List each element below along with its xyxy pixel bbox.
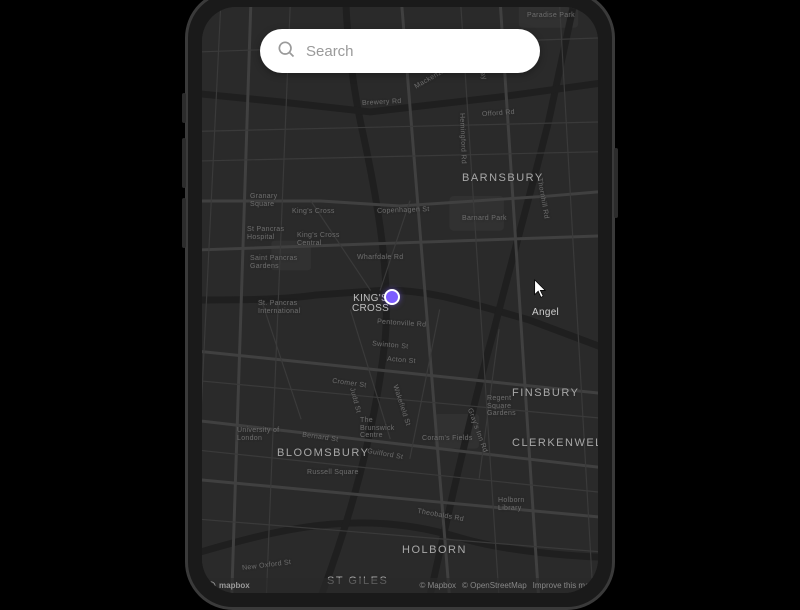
attrib-mapbox-link[interactable]: © Mapbox — [419, 581, 456, 590]
phone-mockup: BARNSBURY FINSBURY BLOOMSBURY CLERKENWEL… — [185, 0, 615, 610]
mapbox-logo: mapbox — [206, 581, 250, 591]
map-canvas[interactable]: BARNSBURY FINSBURY BLOOMSBURY CLERKENWEL… — [202, 7, 598, 593]
attrib-osm-link[interactable]: © OpenStreetMap — [462, 581, 527, 590]
user-location-marker[interactable] — [384, 289, 400, 305]
attrib-improve-link[interactable]: Improve this map — [533, 581, 594, 590]
search-icon — [276, 39, 296, 64]
map-attribution: mapbox © Mapbox © OpenStreetMap Improve … — [202, 578, 598, 593]
search-bar[interactable] — [260, 29, 540, 73]
app-screen: BARNSBURY FINSBURY BLOOMSBURY CLERKENWEL… — [202, 7, 598, 593]
search-input[interactable] — [306, 43, 524, 60]
